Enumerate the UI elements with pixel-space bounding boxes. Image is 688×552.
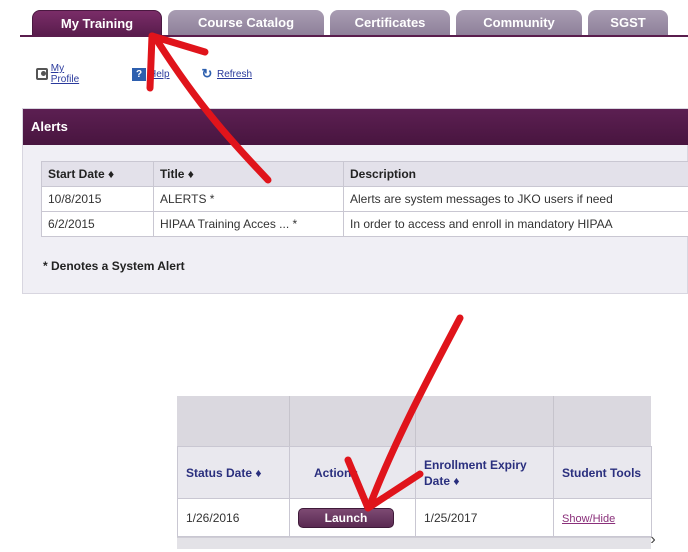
alerts-table: Start Date ♦ Title ♦ Description 10/8/20… xyxy=(41,161,688,237)
alert-title[interactable]: HIPAA Training Acces ... * xyxy=(153,211,344,237)
enrollment-expiry-date: 1/25/2017 xyxy=(415,498,554,537)
column-description: Description xyxy=(343,161,688,187)
enrollment-group-header xyxy=(177,396,651,446)
column-start-date[interactable]: Start Date ♦ xyxy=(41,161,154,187)
alert-description: Alerts are system messages to JKO users … xyxy=(343,186,688,212)
launch-button[interactable]: Launch xyxy=(298,507,394,528)
alerts-panel: Alerts Start Date ♦ Title ♦ Description … xyxy=(22,108,688,294)
table-row[interactable]: 10/8/2015 ALERTS * Alerts are system mes… xyxy=(41,186,688,212)
horizontal-scrollbar[interactable] xyxy=(177,537,651,549)
table-row[interactable]: 6/2/2015 HIPAA Training Acces ... * In o… xyxy=(41,211,688,237)
my-profile-link[interactable]: My Profile xyxy=(51,63,83,85)
alert-title[interactable]: ALERTS * xyxy=(153,186,344,212)
tab-community[interactable]: Community xyxy=(456,10,582,36)
actions-cell: Launch xyxy=(289,498,416,537)
my-profile-link-group[interactable]: My Profile xyxy=(36,63,83,85)
alerts-header-row: Start Date ♦ Title ♦ Description xyxy=(41,161,688,187)
help-link-group[interactable]: ? Help xyxy=(132,66,170,82)
refresh-icon: ↻ xyxy=(201,66,213,81)
refresh-link-group[interactable]: ↻ Refresh xyxy=(200,66,252,82)
table-row: 1/26/2016 Launch 1/25/2017 Show/Hide xyxy=(177,498,652,537)
show-hide-link[interactable]: Show/Hide xyxy=(562,513,615,525)
column-enrollment-expiry-date[interactable]: Enrollment Expiry Date ♦ xyxy=(415,446,554,499)
student-tools-cell: Show/Hide xyxy=(553,498,652,537)
help-icon: ? xyxy=(132,67,146,81)
tab-divider xyxy=(20,35,688,37)
column-student-tools: Student Tools xyxy=(553,446,652,499)
column-title[interactable]: Title ♦ xyxy=(153,161,344,187)
profile-icon xyxy=(36,68,48,80)
top-section: My Training Course Catalog Certificates … xyxy=(0,0,688,300)
column-actions: Actions xyxy=(289,446,416,499)
scroll-right-icon[interactable]: › xyxy=(645,530,661,550)
column-status-date[interactable]: Status Date ♦ xyxy=(177,446,290,499)
tab-my-training[interactable]: My Training xyxy=(32,10,162,36)
alert-start-date: 6/2/2015 xyxy=(41,211,154,237)
system-alert-note: * Denotes a System Alert xyxy=(43,259,185,273)
tab-sgst[interactable]: SGST xyxy=(588,10,668,36)
tab-certificates[interactable]: Certificates xyxy=(330,10,450,36)
enrollment-header-row: Status Date ♦ Actions Enrollment Expiry … xyxy=(177,446,652,499)
refresh-link[interactable]: Refresh xyxy=(217,69,252,80)
tab-course-catalog[interactable]: Course Catalog xyxy=(168,10,324,36)
help-link[interactable]: Help xyxy=(149,69,170,80)
enrollment-table: Status Date ♦ Actions Enrollment Expiry … xyxy=(177,446,652,537)
alert-start-date: 10/8/2015 xyxy=(41,186,154,212)
alert-description: In order to access and enroll in mandato… xyxy=(343,211,688,237)
status-date: 1/26/2016 xyxy=(177,498,290,537)
alerts-header: Alerts xyxy=(23,109,688,145)
